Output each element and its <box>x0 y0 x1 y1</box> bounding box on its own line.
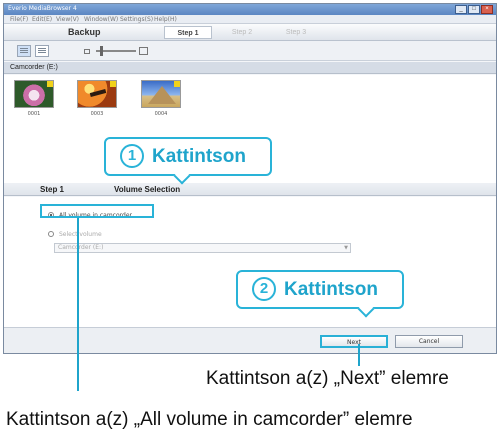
thumbnail-label: 0003 <box>90 111 104 117</box>
close-button[interactable]: × <box>481 5 493 14</box>
airplane-image <box>77 80 117 108</box>
window-controls: _ □ × <box>455 5 493 14</box>
minimize-button[interactable]: _ <box>455 5 467 14</box>
next-leader-line <box>358 344 360 366</box>
chevron-down-icon: ▼ <box>344 245 348 251</box>
zoom-out-icon <box>84 49 90 54</box>
all-volume-leader-line <box>77 218 79 391</box>
new-tag-icon <box>110 81 116 87</box>
menu-bar: File(F) Edit(E) View(V) Window(W) Settin… <box>4 15 496 24</box>
cancel-button[interactable]: Cancel <box>395 335 463 348</box>
pyramid-image <box>141 80 181 108</box>
menu-settings[interactable]: Settings(S) <box>120 16 153 23</box>
callout-2: 2 Kattintson <box>236 270 404 318</box>
all-volume-highlight <box>40 204 154 218</box>
step-number: Step 1 <box>40 185 65 194</box>
thumbnail-item[interactable]: 0004 <box>141 80 181 117</box>
thumbnail-label: 0001 <box>27 111 41 117</box>
thumbnail-view-button[interactable] <box>17 45 31 57</box>
zoom-in-icon <box>139 47 148 55</box>
view-toolbar <box>4 41 496 61</box>
volume-select[interactable]: Camcorder (E:) ▼ <box>54 243 351 253</box>
mode-bar: Backup Step 1 Step 2 Step 3 <box>4 24 496 41</box>
callout-1-number: 1 <box>120 144 144 168</box>
volume-select-value: Camcorder (E:) <box>58 244 104 251</box>
new-tag-icon <box>47 81 53 87</box>
window-title: Everio MediaBrowser 4 <box>8 5 77 12</box>
next-button[interactable]: Next <box>320 335 388 348</box>
maximize-button[interactable]: □ <box>468 5 480 14</box>
next-caption: Kattintson a(z) „Next” elemre <box>206 368 449 389</box>
menu-help[interactable]: Help(H) <box>154 16 177 23</box>
thumbnail-label: 0004 <box>154 111 168 117</box>
select-volume-label[interactable]: Select volume <box>59 231 102 238</box>
list-icon <box>38 48 46 54</box>
new-tag-icon <box>174 81 180 87</box>
list-view-button[interactable] <box>35 45 49 57</box>
menu-edit[interactable]: Edit(E) <box>32 16 52 23</box>
all-volume-caption: Kattintson a(z) „All volume in camcorder… <box>6 409 413 430</box>
grid-icon <box>20 48 28 54</box>
title-bar: Everio MediaBrowser 4 _ □ × <box>4 4 496 15</box>
callout-1: 1 Kattintson <box>104 137 272 185</box>
source-header: Camcorder (E:) <box>4 62 496 74</box>
thumbnail-item[interactable]: 0001 <box>14 80 54 117</box>
thumbnail-item[interactable]: 0003 <box>77 80 117 117</box>
select-volume-radio[interactable] <box>48 231 54 237</box>
menu-view[interactable]: View(V) <box>56 16 79 23</box>
callout-1-text: Kattintson <box>152 146 246 167</box>
menu-window[interactable]: Window(W) <box>84 16 118 23</box>
zoom-slider-thumb[interactable] <box>100 46 103 56</box>
step-name: Volume Selection <box>114 185 181 194</box>
menu-file[interactable]: File(F) <box>10 16 28 23</box>
tab-step-2: Step 2 <box>231 29 253 36</box>
tab-step-1[interactable]: Step 1 <box>164 26 212 39</box>
flower-image <box>14 80 54 108</box>
callout-2-number: 2 <box>252 277 276 301</box>
callout-2-text: Kattintson <box>284 279 378 300</box>
mode-title: Backup <box>68 27 101 37</box>
tab-step-3: Step 3 <box>285 29 307 36</box>
step-header: Step 1 Volume Selection <box>4 183 496 196</box>
